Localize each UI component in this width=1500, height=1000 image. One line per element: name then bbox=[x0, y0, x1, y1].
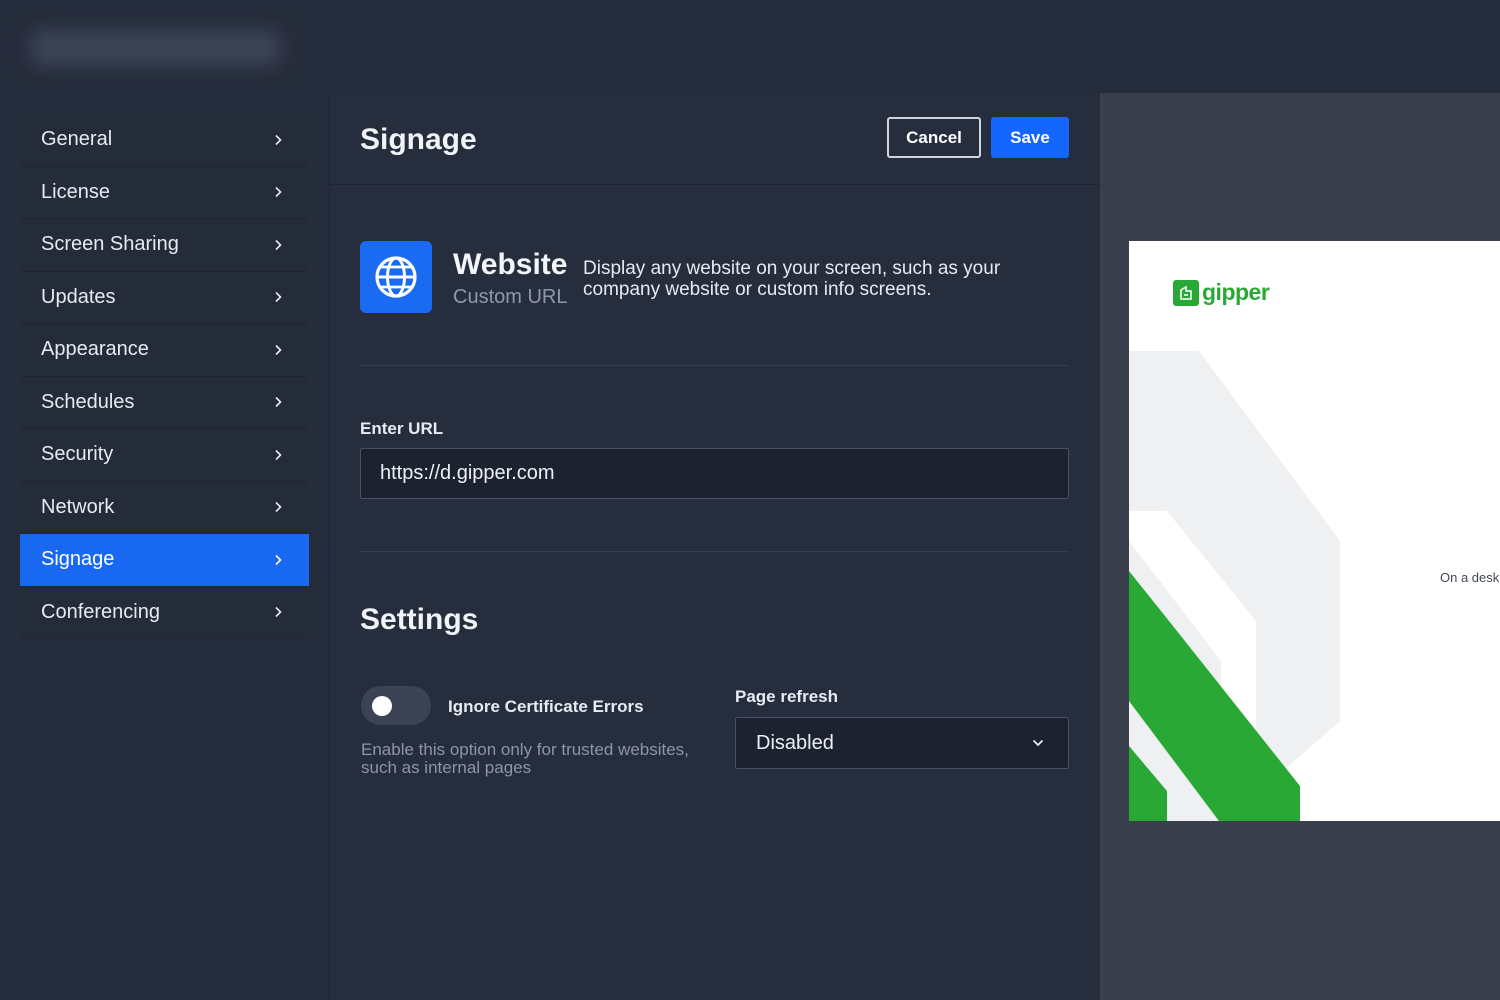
sidebar-item-label: Schedules bbox=[41, 390, 135, 413]
url-label: Enter URL bbox=[360, 419, 444, 438]
toggle-knob bbox=[372, 696, 392, 716]
preview-caption: On a desk bbox=[1440, 570, 1500, 585]
sidebar-item-label: Updates bbox=[41, 285, 116, 308]
sidebar-item-signage[interactable]: Signage bbox=[20, 534, 309, 587]
website-title: Website bbox=[453, 248, 568, 281]
sidebar-item-network[interactable]: Network bbox=[20, 481, 309, 534]
url-input[interactable] bbox=[360, 448, 1069, 499]
divider bbox=[360, 365, 1069, 366]
chevron-right-icon bbox=[275, 449, 282, 460]
page-refresh-select[interactable]: Disabled bbox=[735, 717, 1069, 769]
signage-panel: Signage Cancel Save Website Custom URL D… bbox=[330, 93, 1100, 1000]
sidebar-item-updates[interactable]: Updates bbox=[20, 271, 309, 324]
chevron-right-icon bbox=[275, 502, 282, 513]
divider bbox=[360, 551, 1069, 552]
ignore-certificate-errors-label: Ignore Certificate Errors bbox=[448, 697, 644, 716]
sidebar-item-conferencing[interactable]: Conferencing bbox=[20, 586, 309, 639]
chevron-right-icon bbox=[275, 134, 282, 145]
website-subtitle: Custom URL bbox=[453, 286, 568, 308]
sidebar-item-label: Conferencing bbox=[41, 600, 160, 623]
settings-title: Settings bbox=[360, 603, 479, 636]
chevron-right-icon bbox=[275, 554, 282, 565]
preview-background-art bbox=[1129, 351, 1340, 821]
page-refresh-value: Disabled bbox=[756, 731, 834, 754]
sidebar-item-label: Security bbox=[41, 443, 114, 466]
website-icon-tile bbox=[360, 241, 432, 313]
sidebar-item-appearance[interactable]: Appearance bbox=[20, 324, 309, 377]
sidebar-item-screen-sharing[interactable]: Screen Sharing bbox=[20, 219, 309, 272]
chevron-right-icon bbox=[275, 292, 282, 303]
website-preview: gipper On a desk bbox=[1129, 241, 1500, 821]
top-bar bbox=[0, 0, 1500, 93]
chevron-right-icon bbox=[275, 607, 282, 618]
sidebar-item-security[interactable]: Security bbox=[20, 429, 309, 482]
sidebar-item-label: Appearance bbox=[41, 338, 149, 361]
page-refresh-label: Page refresh bbox=[735, 687, 838, 706]
sidebar-item-license[interactable]: License bbox=[20, 166, 309, 219]
ignore-certificate-errors-toggle[interactable] bbox=[361, 686, 431, 725]
sidebar-item-label: Network bbox=[41, 495, 115, 518]
gipper-logo-text: gipper bbox=[1202, 279, 1270, 305]
gipper-logo: gipper bbox=[1173, 279, 1270, 306]
website-description: Display any website on your screen, such… bbox=[583, 258, 1001, 300]
globe-icon bbox=[375, 256, 417, 298]
chevron-down-icon bbox=[1032, 739, 1044, 747]
save-button[interactable]: Save bbox=[991, 117, 1069, 158]
blurred-app-title bbox=[30, 30, 280, 66]
panel-header: Signage Cancel Save bbox=[330, 93, 1100, 185]
sidebar-item-label: Signage bbox=[41, 548, 115, 571]
sidebar-item-general[interactable]: General bbox=[20, 114, 309, 167]
cancel-button[interactable]: Cancel bbox=[887, 117, 981, 158]
sidebar-item-label: Screen Sharing bbox=[41, 233, 179, 256]
chevron-right-icon bbox=[275, 397, 282, 408]
ignore-certificate-errors-help: Enable this option only for trusted webs… bbox=[361, 740, 689, 777]
chevron-right-icon bbox=[275, 187, 282, 198]
sidebar-item-label: License bbox=[41, 180, 110, 203]
chevron-right-icon bbox=[275, 344, 282, 355]
settings-nav: General License Screen Sharing Updates A… bbox=[20, 114, 309, 639]
gipper-logo-icon bbox=[1173, 279, 1199, 306]
sidebar-item-label: General bbox=[41, 128, 113, 151]
page-title: Signage bbox=[360, 123, 477, 156]
chevron-right-icon bbox=[275, 239, 282, 250]
sidebar-item-schedules[interactable]: Schedules bbox=[20, 376, 309, 429]
